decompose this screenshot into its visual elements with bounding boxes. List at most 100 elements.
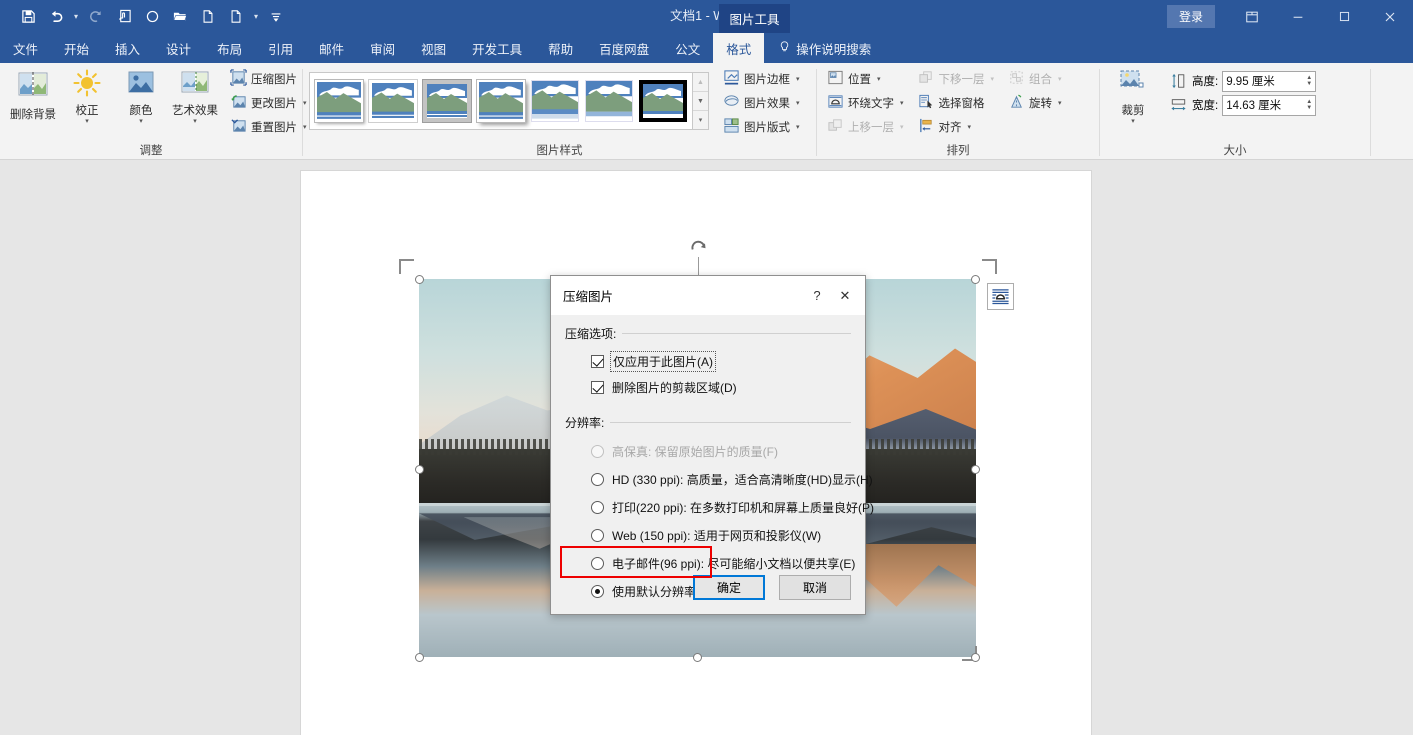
width-input[interactable]: 14.63 厘米 ▲ ▼ <box>1222 94 1317 116</box>
wrap-text-button[interactable]: 环绕文字 ▾ <box>823 91 908 115</box>
picture-layout-button[interactable]: 图片版式 ▾ <box>719 115 804 139</box>
picture-effects-dropdown-icon[interactable]: ▾ <box>796 99 800 107</box>
radio-hd-330ppi[interactable]: HD (330 ppi): 高质量，适合高清晰度(HD)显示(H) <box>565 465 873 493</box>
checkbox-apply-only-this-picture[interactable]: 仅应用于此图片(A) <box>565 348 851 374</box>
radio-icon[interactable] <box>591 500 604 514</box>
rotate-button[interactable]: 旋转 ▾ <box>1004 91 1066 115</box>
tab-design[interactable]: 设计 <box>153 33 204 63</box>
tab-file[interactable]: 文件 <box>0 33 51 63</box>
width-spinner[interactable]: ▲ ▼ <box>1306 99 1312 111</box>
tab-help[interactable]: 帮助 <box>535 33 586 63</box>
tab-home[interactable]: 开始 <box>51 33 102 63</box>
touch-mode-icon[interactable] <box>110 3 138 31</box>
selection-handle-top-right[interactable] <box>971 275 980 284</box>
maximize-icon[interactable] <box>1321 0 1367 33</box>
dialog-help-icon[interactable]: ? <box>803 282 831 310</box>
gallery-scroll-down-icon[interactable]: ▼ <box>693 92 708 111</box>
undo-icon[interactable] <box>42 3 70 31</box>
rotate-dropdown-icon[interactable]: ▾ <box>1058 99 1062 107</box>
radio-print-220ppi[interactable]: 打印(220 ppi): 在多数打印机和屏幕上质量良好(P) <box>565 493 874 521</box>
wrap-text-dropdown-icon[interactable]: ▾ <box>900 99 904 107</box>
checkbox-delete-cropped-areas[interactable]: 删除图片的剪裁区域(D) <box>565 374 851 400</box>
customize-qat-icon[interactable] <box>262 3 290 31</box>
picture-style-thumbnail[interactable] <box>585 80 633 122</box>
change-picture-button[interactable]: 更改图片 ▾ <box>226 91 311 115</box>
color-dropdown-icon[interactable]: ▾ <box>139 118 143 126</box>
checkbox-icon[interactable] <box>591 354 604 368</box>
height-input[interactable]: 9.95 厘米 ▲ ▼ <box>1222 70 1317 92</box>
artistic-effects-dropdown-icon[interactable]: ▾ <box>193 118 197 126</box>
tab-format[interactable]: 格式 <box>713 33 765 63</box>
selection-handle-top-left[interactable] <box>415 275 424 284</box>
color-button[interactable]: 颜色 ▾ <box>114 67 168 128</box>
tab-review[interactable]: 审阅 <box>357 33 408 63</box>
selection-handle-middle-left[interactable] <box>415 465 424 474</box>
undo-dropdown-icon[interactable]: ▾ <box>70 3 82 31</box>
crop-mark-top-right[interactable] <box>982 259 997 274</box>
selection-handle-bottom-left[interactable] <box>415 653 424 662</box>
crop-button[interactable]: 裁剪 ▾ <box>1106 67 1160 128</box>
reset-picture-button[interactable]: 重置图片 ▾ <box>226 115 311 139</box>
tab-baidu-netdisk[interactable]: 百度网盘 <box>586 33 662 63</box>
ok-button[interactable]: 确定 <box>693 575 765 600</box>
selection-handle-bottom-center[interactable] <box>693 653 702 662</box>
rotate-handle-icon[interactable] <box>689 239 706 256</box>
sign-in-button[interactable]: 登录 <box>1166 5 1215 28</box>
picture-layout-dropdown-icon[interactable]: ▾ <box>796 123 800 131</box>
tab-references[interactable]: 引用 <box>255 33 306 63</box>
dialog-close-icon[interactable]: ✕ <box>831 282 859 310</box>
radio-icon[interactable] <box>591 584 604 598</box>
tell-me-search[interactable]: 操作说明搜索 <box>778 33 871 63</box>
picture-style-thumbnail[interactable] <box>369 80 417 122</box>
position-dropdown-icon[interactable]: ▾ <box>877 75 881 83</box>
selection-pane-button[interactable]: 选择窗格 <box>914 91 999 115</box>
new-document-icon[interactable] <box>194 3 222 31</box>
picture-style-thumbnail[interactable] <box>531 80 579 122</box>
save-icon[interactable] <box>14 3 42 31</box>
radio-icon[interactable] <box>591 556 604 570</box>
selection-handle-middle-right[interactable] <box>971 465 980 474</box>
gallery-more-icon[interactable]: ▾ <box>693 111 708 129</box>
artistic-effects-button[interactable]: 艺术效果 ▾ <box>168 67 222 128</box>
remove-background-button[interactable]: 删除背景 <box>6 67 60 124</box>
picture-effects-button[interactable]: 图片效果 ▾ <box>719 91 804 115</box>
tab-view[interactable]: 视图 <box>408 33 459 63</box>
corrections-button[interactable]: 校正 ▾ <box>60 67 114 128</box>
picture-style-thumbnail[interactable] <box>477 80 525 122</box>
crop-mark-top-left[interactable] <box>399 259 414 274</box>
compress-pictures-dialog[interactable]: 压缩图片 ? ✕ 压缩选项: 仅应用于此图片(A) 删除图片的剪裁区域(D) 分… <box>550 275 874 615</box>
open-folder-icon[interactable] <box>166 3 194 31</box>
radio-icon[interactable] <box>591 472 604 486</box>
gallery-scroll-up-icon[interactable]: ▲ <box>693 73 708 92</box>
tab-mailings[interactable]: 邮件 <box>306 33 357 63</box>
crop-dropdown-icon[interactable]: ▾ <box>1131 118 1135 126</box>
gallery-scrollbar[interactable]: ▲ ▼ ▾ <box>693 72 709 130</box>
radio-web-150ppi[interactable]: Web (150 ppi): 适用于网页和投影仪(W) <box>565 521 851 549</box>
cancel-button[interactable]: 取消 <box>779 575 851 600</box>
picture-border-button[interactable]: 图片边框 ▾ <box>719 67 804 91</box>
circle-icon[interactable] <box>138 3 166 31</box>
radio-icon[interactable] <box>591 528 604 542</box>
picture-border-dropdown-icon[interactable]: ▾ <box>796 75 800 83</box>
align-button[interactable]: 对齐 ▾ <box>914 115 999 139</box>
tab-developer[interactable]: 开发工具 <box>459 33 535 63</box>
tab-insert[interactable]: 插入 <box>102 33 153 63</box>
corrections-dropdown-icon[interactable]: ▾ <box>85 118 89 126</box>
position-button[interactable]: 位置 ▾ <box>823 67 908 91</box>
ribbon-display-options-icon[interactable] <box>1229 0 1275 33</box>
close-icon[interactable] <box>1367 0 1413 33</box>
height-spinner[interactable]: ▲ ▼ <box>1306 75 1312 87</box>
new-blank-document-icon[interactable] <box>222 3 250 31</box>
selection-handle-bottom-right[interactable] <box>971 653 980 662</box>
minimize-icon[interactable] <box>1275 0 1321 33</box>
align-dropdown-icon[interactable]: ▾ <box>968 123 972 131</box>
tab-official-document[interactable]: 公文 <box>662 33 713 63</box>
picture-style-thumbnail[interactable] <box>315 80 363 122</box>
picture-style-thumbnail[interactable] <box>423 80 471 122</box>
picture-style-thumbnail-selected[interactable] <box>639 80 687 122</box>
compress-pictures-button[interactable]: 压缩图片 <box>226 67 311 91</box>
tab-layout[interactable]: 布局 <box>204 33 255 63</box>
new-blank-dropdown-icon[interactable]: ▾ <box>250 3 262 31</box>
picture-styles-gallery[interactable] <box>309 72 693 130</box>
layout-options-icon[interactable] <box>987 283 1014 310</box>
